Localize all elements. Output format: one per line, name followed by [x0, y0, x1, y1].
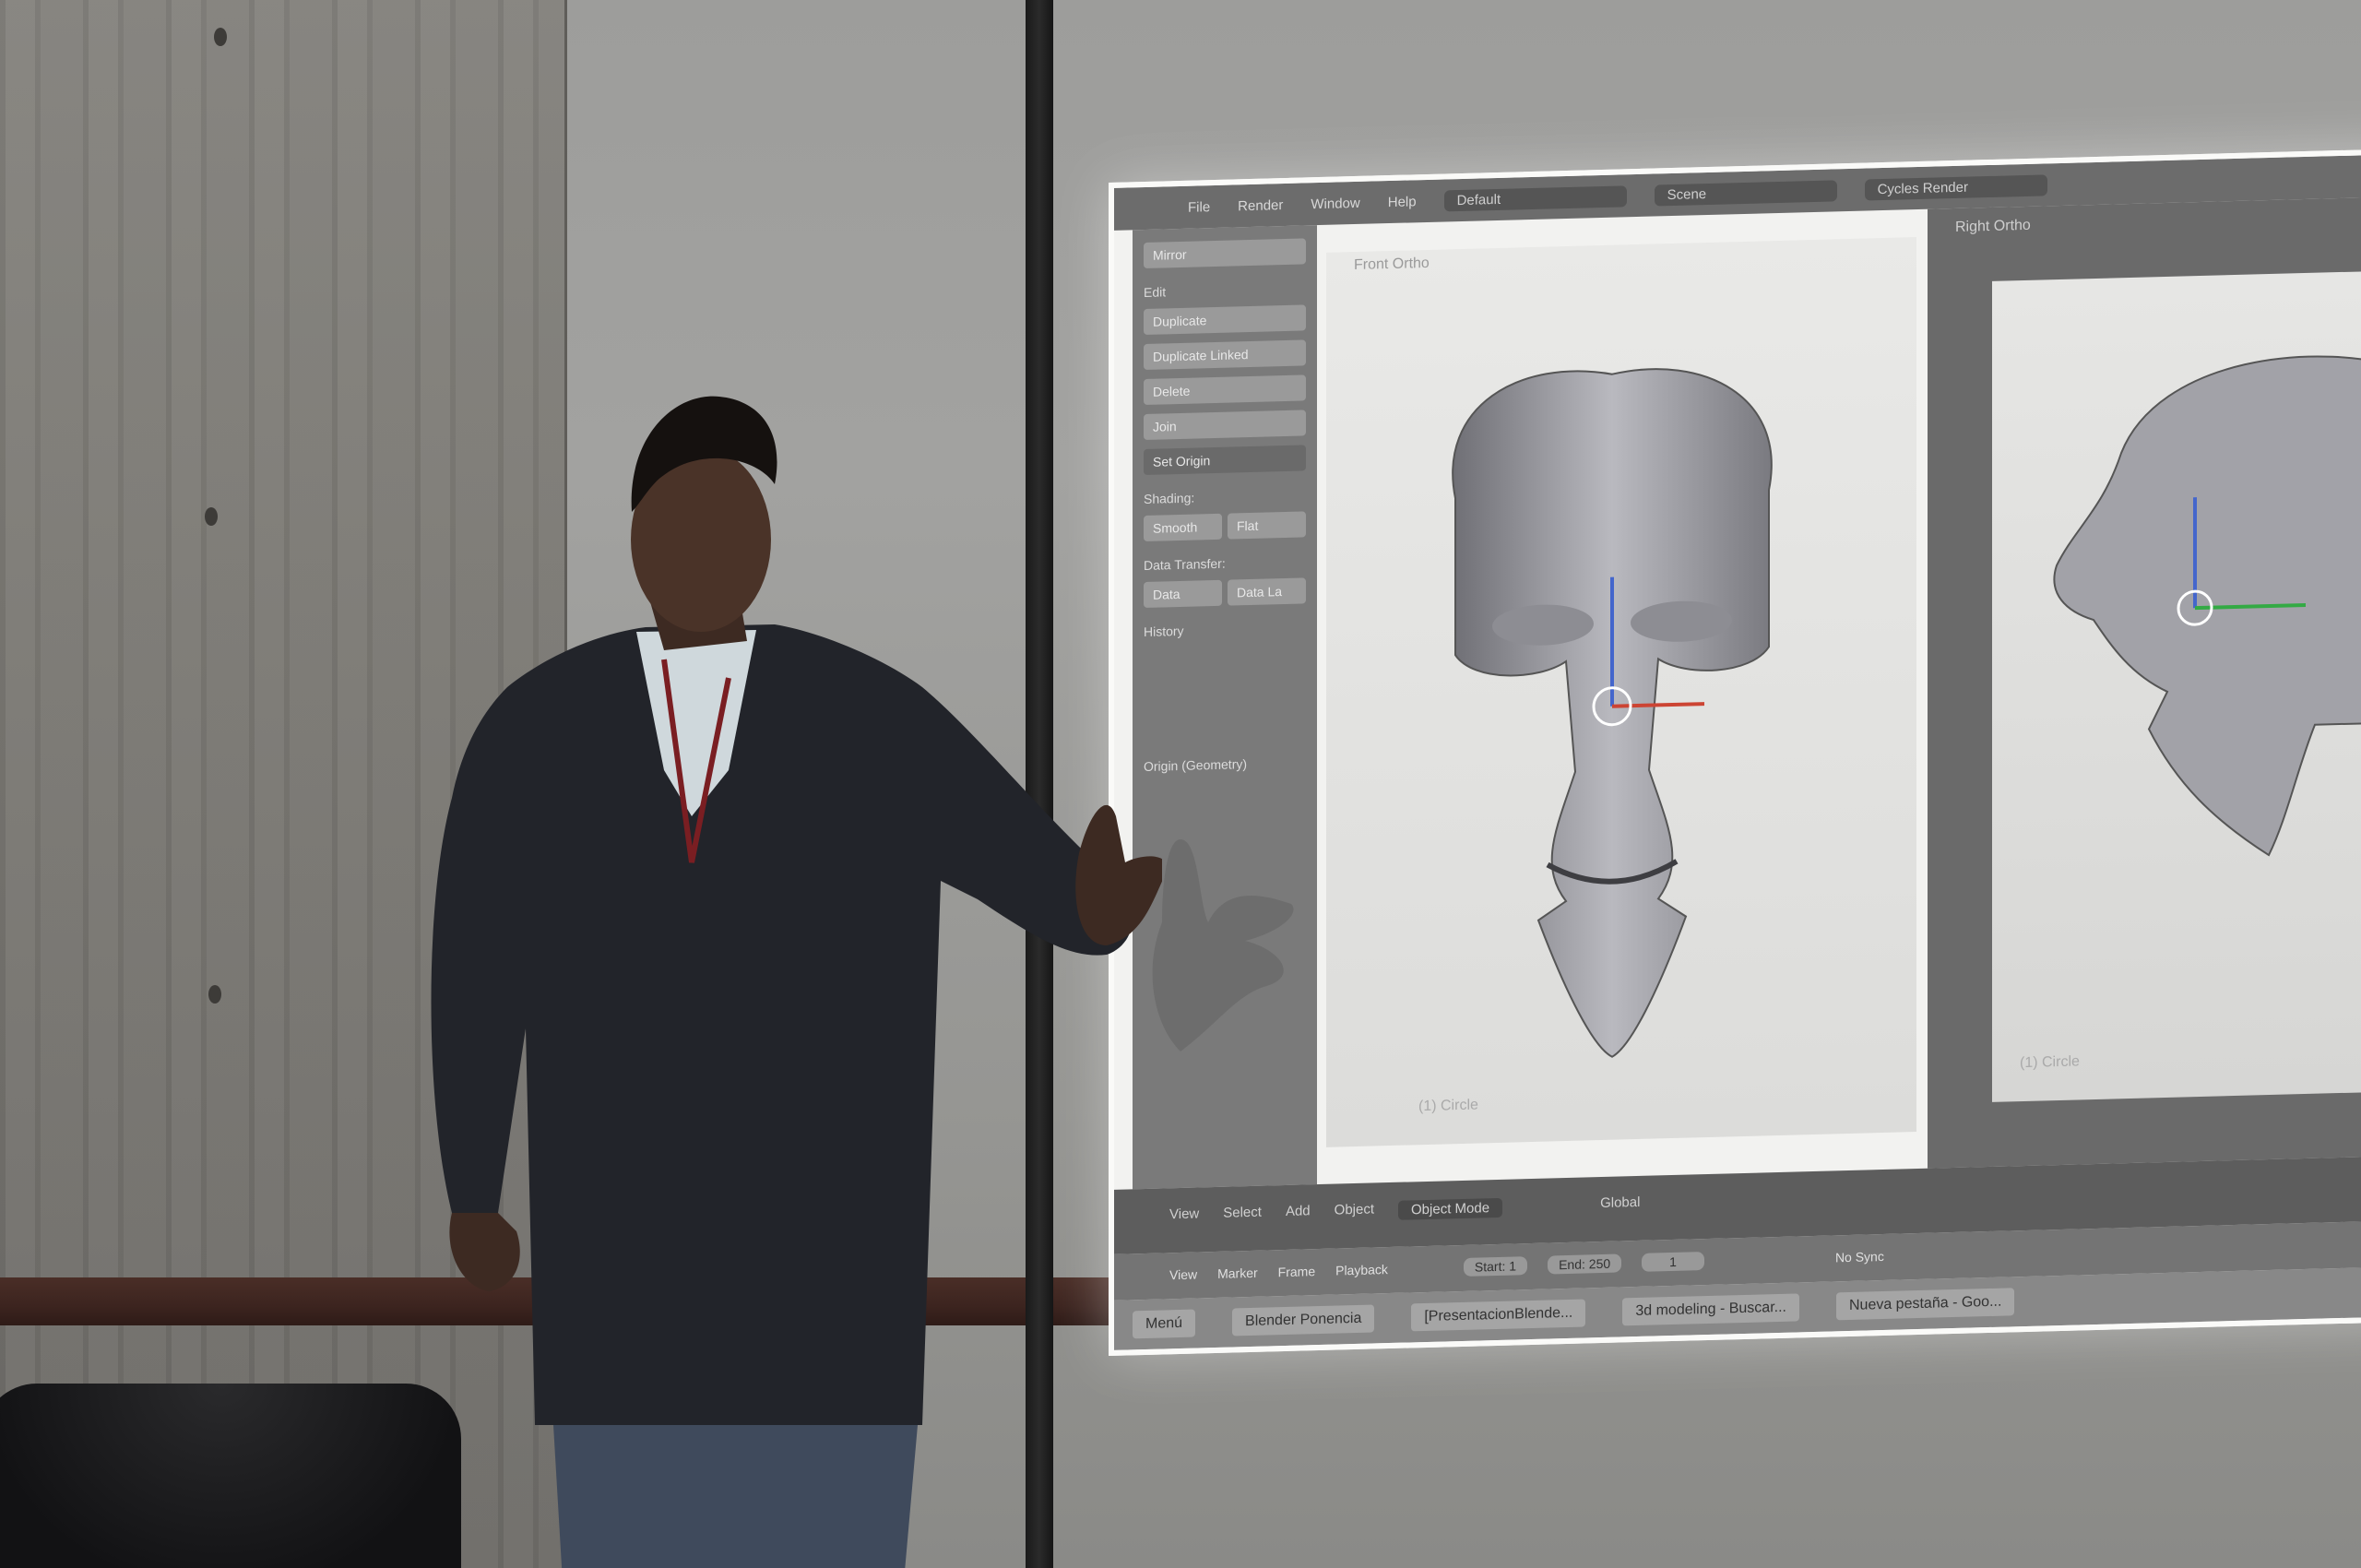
join-button[interactable]: Join: [1144, 410, 1306, 441]
current-frame-field[interactable]: 1: [1642, 1252, 1704, 1272]
end-frame-label: End:: [1559, 1256, 1585, 1273]
timeline-marker-menu[interactable]: Marker: [1217, 1265, 1258, 1281]
render-engine-selector[interactable]: Cycles Render: [1864, 173, 2047, 201]
projected-screen: File Render Window Help Default Scene Cy…: [1109, 148, 2361, 1356]
duplicate-button[interactable]: Duplicate: [1144, 304, 1306, 336]
scene-selector[interactable]: Scene: [1654, 179, 1837, 207]
operator-panel-label[interactable]: Origin (Geometry): [1144, 754, 1306, 774]
head-mesh-front-icon: [1452, 368, 1773, 1058]
history-header[interactable]: History: [1144, 620, 1306, 639]
layout-selector[interactable]: Default: [1443, 184, 1627, 211]
right-ortho-viewport[interactable]: Right Ortho (1) Circle: [1928, 196, 2361, 1169]
head-mesh-side-icon: [2053, 355, 2361, 857]
menu-help[interactable]: Help: [1388, 194, 1417, 210]
delete-button[interactable]: Delete: [1144, 374, 1306, 406]
flat-button[interactable]: Flat: [1228, 511, 1306, 540]
header-select-menu[interactable]: Select: [1223, 1205, 1262, 1225]
header-object-menu[interactable]: Object: [1335, 1201, 1374, 1221]
menu-render[interactable]: Render: [1238, 197, 1283, 214]
chair-back: [0, 1384, 461, 1568]
menu-window[interactable]: Window: [1311, 195, 1359, 211]
start-frame-field[interactable]: Start: 1: [1463, 1256, 1528, 1277]
data-transfer-header: Data Transfer:: [1144, 555, 1226, 574]
start-frame-label: Start:: [1474, 1258, 1506, 1275]
taskbar-item-new-tab[interactable]: Nueva pestaña - Goo...: [1835, 1288, 2015, 1321]
shading-header: Shading:: [1144, 490, 1195, 507]
mirror-button[interactable]: Mirror: [1144, 238, 1306, 269]
duplicate-linked-button[interactable]: Duplicate Linked: [1144, 339, 1306, 371]
hand-shadow: [1152, 839, 1294, 1051]
start-frame-value: 1: [1509, 1258, 1517, 1274]
edit-header: Edit: [1144, 284, 1167, 301]
orientation-selector[interactable]: Global: [1600, 1194, 1640, 1215]
front-viewport-footer: (1) Circle: [1418, 1097, 1478, 1115]
mode-selector[interactable]: Object Mode: [1398, 1197, 1503, 1220]
sync-selector[interactable]: No Sync: [1835, 1249, 1884, 1265]
presenter-silhouette: [431, 396, 1162, 1568]
timeline-frame-menu[interactable]: Frame: [1278, 1264, 1315, 1279]
end-frame-field[interactable]: End: 250: [1548, 1253, 1622, 1275]
front-viewport-label: Front Ortho: [1354, 255, 1430, 274]
timeline-view-menu[interactable]: View: [1169, 1266, 1197, 1282]
data-layers-button[interactable]: Data La: [1228, 577, 1306, 606]
taskbar-item-blender[interactable]: Blender Ponencia: [1232, 1304, 1375, 1336]
right-viewport-canvas: (1) Circle: [1992, 269, 2361, 1102]
taskbar-item-presentation[interactable]: [PresentacionBlende...: [1411, 1299, 1586, 1332]
data-transfer-row: Data Data La: [1144, 577, 1306, 609]
front-ortho-viewport[interactable]: Front Ortho (1) Circle: [1326, 237, 1916, 1147]
timeline-playback-menu[interactable]: Playback: [1335, 1262, 1388, 1277]
header-view-menu[interactable]: View: [1169, 1206, 1199, 1226]
header-add-menu[interactable]: Add: [1286, 1203, 1311, 1223]
end-frame-value: 250: [1588, 1255, 1611, 1272]
taskbar-item-search[interactable]: 3d modeling - Buscar...: [1622, 1293, 1799, 1326]
right-viewport-footer: (1) Circle: [2020, 1053, 2080, 1072]
pillar-tie-hole: [208, 985, 221, 1004]
shading-row: Smooth Flat: [1144, 511, 1306, 542]
menu-file[interactable]: File: [1188, 199, 1210, 216]
pillar-tie-hole: [205, 507, 218, 526]
photo-scene: File Render Window Help Default Scene Cy…: [0, 0, 2361, 1568]
pillar-tie-hole: [214, 28, 227, 46]
set-origin-button[interactable]: Set Origin: [1144, 445, 1306, 476]
right-viewport-label: Right Ortho: [1955, 217, 2031, 235]
